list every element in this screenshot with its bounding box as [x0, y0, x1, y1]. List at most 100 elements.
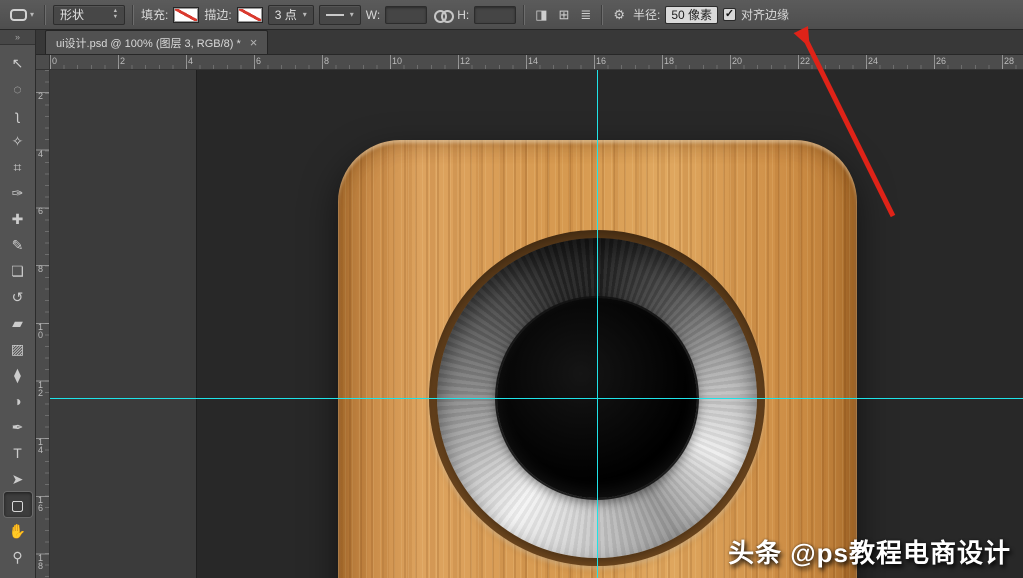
- ruler-left-label: 16: [38, 496, 47, 512]
- combo-arrows-icon: ▲ ▼: [113, 9, 118, 20]
- history-brush-tool[interactable]: ↺: [4, 284, 32, 309]
- gear-icon: ⚙: [613, 7, 625, 22]
- blur-tool[interactable]: ⧫: [4, 362, 32, 387]
- ruler-top-label: 16: [596, 56, 606, 66]
- tool-mode-select[interactable]: 形状 ▲ ▼: [53, 5, 125, 25]
- close-icon[interactable]: ×: [250, 36, 258, 49]
- divider: [132, 5, 134, 25]
- tool-mode-value: 形状: [60, 6, 84, 23]
- lasso-tool[interactable]: ʅ: [4, 102, 32, 127]
- path-arrange-button[interactable]: ≣: [577, 6, 594, 23]
- eyedropper-tool[interactable]: ✑: [4, 180, 32, 205]
- ruler-top-label: 18: [664, 56, 674, 66]
- ruler-top-label: 24: [868, 56, 878, 66]
- ruler-left-label: 10: [38, 323, 47, 339]
- gear-button[interactable]: ⚙: [610, 6, 628, 23]
- ruler-top-label: 10: [392, 56, 402, 66]
- ruler-top-label: 12: [460, 56, 470, 66]
- radius-input[interactable]: 50 像素: [665, 6, 718, 24]
- guide-horizontal[interactable]: [50, 398, 1023, 399]
- pen-tool[interactable]: ✒: [4, 414, 32, 439]
- zoom-tool[interactable]: ⚲: [4, 544, 32, 569]
- ruler-top-label: 2: [120, 56, 125, 66]
- ruler-top-label: 26: [936, 56, 946, 66]
- clone-stamp-tool[interactable]: ❏: [4, 258, 32, 283]
- rounded-rectangle-icon: [10, 9, 27, 21]
- combo-down-icon: ▼: [113, 15, 118, 20]
- divider: [523, 5, 525, 25]
- link-dimensions-button[interactable]: [432, 8, 452, 21]
- width-input[interactable]: [385, 6, 427, 24]
- tool-panel: » ↖◌ʅ✧⌗✑✚✎❏↺▰▨⧫◑✒T➤▢✋⚲: [0, 30, 36, 578]
- ruler-left-label: 18: [38, 554, 47, 570]
- radius-label: 半径:: [633, 6, 660, 23]
- ruler-top-label: 8: [324, 56, 329, 66]
- path-operations-button[interactable]: ◨: [532, 6, 550, 23]
- ruler-top-label: 22: [800, 56, 810, 66]
- link-icon: [434, 10, 450, 19]
- quick-selection-tool[interactable]: ✧: [4, 128, 32, 153]
- tab-bar: ui设计.psd @ 100% (图层 3, RGB/8) * ×: [36, 30, 1023, 55]
- move-tool[interactable]: ↖: [4, 50, 32, 75]
- chevron-down-icon: ▾: [303, 11, 307, 19]
- ruler-left-label: 14: [38, 438, 47, 454]
- ruler-top-label: 28: [1004, 56, 1014, 66]
- path-alignment-button[interactable]: ⊞: [556, 6, 573, 23]
- path-selection-tool[interactable]: ➤: [4, 466, 32, 491]
- align-edges-label: 对齐边缘: [741, 6, 789, 23]
- ruler-left-label: 6: [38, 207, 47, 215]
- fill-swatch[interactable]: [173, 7, 199, 23]
- panel-collapse-button[interactable]: »: [0, 30, 35, 45]
- stroke-style-select[interactable]: ▾: [319, 5, 361, 25]
- document-tab[interactable]: ui设计.psd @ 100% (图层 3, RGB/8) * ×: [45, 30, 268, 54]
- width-label: W:: [366, 8, 380, 22]
- stroke-swatch[interactable]: [237, 7, 263, 23]
- ruler-top-label: 14: [528, 56, 538, 66]
- ruler-top[interactable]: 0246810121416182022242628: [50, 55, 1023, 70]
- fill-label: 填充:: [141, 6, 168, 23]
- align-edges-checkbox[interactable]: ✓: [723, 8, 736, 21]
- tool-list: ↖◌ʅ✧⌗✑✚✎❏↺▰▨⧫◑✒T➤▢✋⚲: [0, 45, 35, 578]
- ruler-top-label: 4: [188, 56, 193, 66]
- ruler-top-label: 20: [732, 56, 742, 66]
- type-tool[interactable]: T: [4, 440, 32, 465]
- stroke-width-select[interactable]: 3 点 ▾: [268, 5, 314, 25]
- eraser-tool[interactable]: ▰: [4, 310, 32, 335]
- no-color-slash-icon: [239, 9, 261, 21]
- ruler-corner: [36, 55, 50, 70]
- check-icon: ✓: [725, 9, 734, 20]
- crop-tool[interactable]: ⌗: [4, 154, 32, 179]
- stroke-width-value: 3 点: [275, 6, 297, 23]
- brush-tool[interactable]: ✎: [4, 232, 32, 257]
- ruler-left-label: 4: [38, 150, 47, 158]
- ruler-left[interactable]: 2 4 6 8 10 12 14 16 18: [36, 70, 50, 578]
- chevron-down-icon: ▾: [30, 11, 34, 19]
- ruler-top-label: 6: [256, 56, 261, 66]
- ruler-left-label: 12: [38, 381, 47, 397]
- healing-brush-tool[interactable]: ✚: [4, 206, 32, 231]
- hand-tool[interactable]: ✋: [4, 518, 32, 543]
- dodge-tool[interactable]: ◑: [4, 388, 32, 413]
- canvas-viewport: [50, 70, 1023, 578]
- pasteboard: [50, 70, 197, 578]
- ruler-left-label: 8: [38, 265, 47, 273]
- guide-vertical[interactable]: [597, 70, 598, 578]
- options-bar: ▾ 形状 ▲ ▼ 填充: 描边: 3 点 ▾ ▾ W:: [0, 0, 1023, 30]
- ruler-top-label: 0: [52, 56, 57, 66]
- tab-title: ui设计.psd @ 100% (图层 3, RGB/8) *: [56, 35, 241, 51]
- photoshop-window: ▾ 形状 ▲ ▼ 填充: 描边: 3 点 ▾ ▾ W:: [0, 0, 1023, 578]
- gradient-tool[interactable]: ▨: [4, 336, 32, 361]
- watermark: 头条 @ps教程电商设计: [728, 533, 1011, 570]
- height-input[interactable]: [474, 6, 516, 24]
- divider: [44, 5, 46, 25]
- stroke-label: 描边:: [204, 6, 231, 23]
- elliptical-marquee-tool[interactable]: ◌: [4, 76, 32, 101]
- height-label: H:: [457, 8, 469, 22]
- ruler-left-label: 2: [38, 92, 47, 100]
- rounded-rectangle-tool[interactable]: ▢: [4, 492, 32, 517]
- chevron-down-icon: ▾: [350, 11, 354, 19]
- no-color-slash-icon: [175, 9, 197, 21]
- document-canvas[interactable]: [197, 70, 1023, 578]
- tool-preset-button[interactable]: ▾: [7, 7, 37, 23]
- divider: [601, 5, 603, 25]
